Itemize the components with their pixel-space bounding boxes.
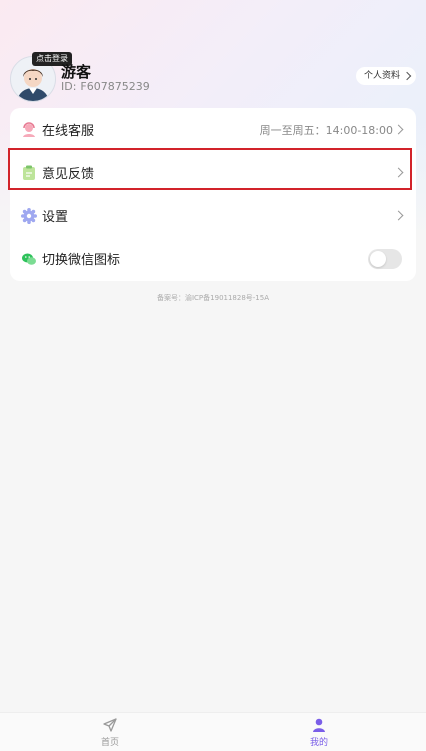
- send-icon: [103, 718, 117, 732]
- menu-item-feedback[interactable]: 意见反馈: [8, 148, 416, 194]
- menu-item-label: 设置: [42, 210, 69, 225]
- user-id: ID: F607875239: [61, 80, 150, 93]
- chevron-right-icon: [393, 167, 404, 178]
- menu-card: 在线客服 周一至周五：14:00-18:00 意见反馈 设置 切换微信图标: [8, 108, 416, 281]
- chevron-right-icon: [393, 124, 404, 135]
- tab-label: 我的: [309, 738, 328, 748]
- toggle-knob: [370, 250, 386, 267]
- chevron-right-icon: [393, 210, 404, 221]
- wechat-icon-toggle[interactable]: [368, 248, 402, 269]
- profile-link-label: 个人资料: [363, 71, 400, 81]
- tab-mine[interactable]: 我的: [289, 713, 349, 751]
- menu-item-label: 意见反馈: [42, 167, 95, 182]
- profile-link-button[interactable]: 个人资料: [355, 67, 416, 85]
- chevron-right-icon: [402, 71, 412, 81]
- profile-section: 点击登录 游客 ID: F607875239 个人资料: [10, 52, 416, 108]
- user-id-value: F607875239: [80, 80, 150, 93]
- service-hours: 周一至周五：14:00-18:00: [259, 123, 393, 137]
- menu-item-switch-wechat-icon: 切换微信图标: [10, 237, 416, 280]
- icp-record: 备案号：渝ICP备19011828号-15A: [156, 294, 270, 302]
- menu-item-settings[interactable]: 设置: [10, 194, 416, 237]
- menu-item-customer-service[interactable]: 在线客服 周一至周五：14:00-18:00: [10, 108, 416, 151]
- wechat-icon: [22, 253, 36, 265]
- tab-home[interactable]: 首页: [80, 713, 140, 751]
- feedback-icon: [23, 165, 35, 180]
- settings-icon: [21, 207, 37, 224]
- menu-item-label: 在线客服: [42, 124, 95, 139]
- menu-item-label: 切换微信图标: [42, 253, 121, 268]
- nickname: 游客: [61, 63, 92, 81]
- customer-service-icon: [23, 121, 35, 137]
- user-id-label: ID:: [61, 80, 77, 93]
- bottom-tab-bar: 首页 我的: [0, 712, 426, 751]
- user-icon: [313, 718, 325, 732]
- tab-label: 首页: [100, 738, 119, 748]
